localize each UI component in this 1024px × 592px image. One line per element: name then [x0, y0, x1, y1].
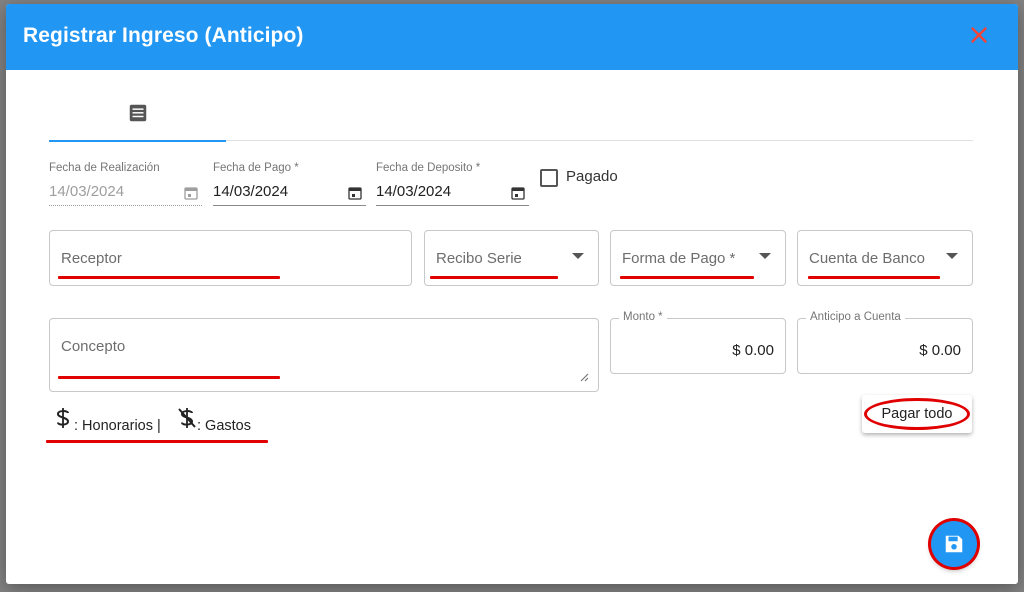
fecha-pago-field[interactable]: Fecha de Pago * 14/03/2024	[213, 160, 366, 206]
monto-label: Monto *	[619, 311, 667, 323]
calendar-icon	[184, 187, 198, 200]
cuenta-banco-placeholder: Cuenta de Banco	[809, 250, 925, 267]
receptor-placeholder: Receptor	[61, 250, 122, 267]
list-icon	[129, 104, 147, 122]
annotation-underline-forma-pago	[620, 276, 754, 279]
pagado-checkbox-box[interactable]	[540, 169, 558, 187]
registrar-ingreso-dialog: Registrar Ingreso (Anticipo) Fecha de Re…	[6, 4, 1018, 584]
close-button[interactable]	[966, 22, 992, 48]
concepto-placeholder: Concepto	[61, 338, 126, 355]
floppy-disk-icon	[945, 535, 963, 553]
tab-general[interactable]	[49, 90, 226, 142]
chevron-down-icon	[572, 253, 584, 259]
save-button[interactable]	[931, 521, 977, 567]
forma-pago-placeholder: Forma de Pago *	[622, 250, 736, 267]
fecha-realizacion-field: Fecha de Realización 14/03/2024	[49, 160, 202, 206]
recibo-serie-placeholder: Recibo Serie	[436, 250, 522, 267]
fecha-realizacion-label: Fecha de Realización	[49, 162, 160, 174]
fecha-realizacion-underline	[49, 205, 202, 206]
annotation-underline-cuenta	[808, 276, 940, 279]
fecha-deposito-underline	[376, 205, 529, 206]
dollar-off-icon	[178, 408, 196, 428]
fecha-deposito-field[interactable]: Fecha de Deposito * 14/03/2024	[376, 160, 529, 206]
chevron-down-icon	[946, 253, 958, 259]
resize-grip-icon[interactable]	[579, 372, 589, 382]
anticipo-cuenta-value[interactable]: $ 0.00	[919, 342, 961, 359]
dialog-header: Registrar Ingreso (Anticipo)	[6, 4, 1018, 70]
annotation-underline-legend	[46, 440, 268, 443]
monto-input[interactable]: Monto * $ 0.00	[610, 311, 786, 374]
anticipo-cuenta-label: Anticipo a Cuenta	[806, 311, 905, 323]
pagado-label: Pagado	[566, 168, 618, 185]
concepto-textarea[interactable]: Concepto	[49, 318, 599, 392]
annotation-underline-recibo	[430, 276, 558, 279]
fecha-pago-label: Fecha de Pago *	[213, 162, 299, 174]
legend-honorarios: : Honorarios |	[74, 418, 161, 434]
close-icon	[971, 27, 987, 43]
dialog-title: Registrar Ingreso (Anticipo)	[23, 24, 304, 47]
calendar-icon[interactable]	[348, 186, 362, 200]
fecha-pago-underline	[213, 205, 366, 206]
annotation-underline-receptor	[58, 276, 280, 279]
anticipo-cuenta-input[interactable]: Anticipo a Cuenta $ 0.00	[797, 311, 973, 374]
legend-gastos: : Gastos	[197, 418, 251, 434]
pagar-todo-label: Pagar todo	[881, 406, 953, 422]
calendar-icon[interactable]	[511, 186, 525, 200]
fecha-deposito-value[interactable]: 14/03/2024	[376, 183, 451, 200]
chevron-down-icon	[759, 253, 771, 259]
fecha-deposito-label: Fecha de Deposito *	[376, 162, 481, 174]
pagar-todo-button[interactable]: Pagar todo	[862, 395, 972, 433]
dollar-icon	[56, 408, 70, 428]
annotation-underline-concepto	[58, 376, 280, 379]
fecha-pago-value[interactable]: 14/03/2024	[213, 183, 288, 200]
tab-active-indicator	[49, 140, 226, 142]
fecha-realizacion-value: 14/03/2024	[49, 183, 125, 200]
monto-value[interactable]: $ 0.00	[732, 342, 774, 359]
